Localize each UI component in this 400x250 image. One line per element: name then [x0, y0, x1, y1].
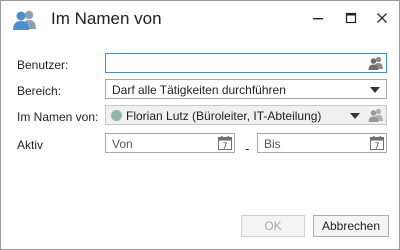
bis-placeholder: Bis: [264, 137, 281, 151]
benutzer-label: Benutzer:: [17, 58, 69, 72]
im-namen-von-value: Florian Lutz (Büroleiter, IT-Abteilung): [126, 109, 322, 123]
bis-date-input[interactable]: Bis 7: [257, 133, 387, 153]
cancel-button[interactable]: Abbrechen: [313, 215, 389, 237]
title-bar: Im Namen von: [1, 1, 399, 39]
von-date-input[interactable]: Von 7: [105, 133, 235, 153]
aktiv-label: Aktiv: [17, 138, 44, 152]
calendar-day: 7: [223, 141, 228, 150]
im-namen-von-dropdown[interactable]: Florian Lutz (Büroleiter, IT-Abteilung): [105, 105, 387, 125]
chevron-down-icon[interactable]: [350, 113, 360, 119]
chevron-down-icon: [370, 87, 380, 93]
status-indicator: [111, 110, 122, 121]
date-range-separator: -: [245, 141, 250, 156]
dialog-window: Im Namen von Benutzer: Bereich: Darf all…: [0, 0, 400, 250]
users-icon[interactable]: [368, 56, 384, 70]
close-icon: [377, 13, 387, 23]
minimize-button[interactable]: [305, 7, 331, 29]
users-title-icon: [13, 10, 36, 30]
bereich-label: Bereich:: [17, 84, 62, 98]
bereich-dropdown[interactable]: Darf alle Tätigkeiten durchführen: [105, 79, 387, 99]
benutzer-input[interactable]: [105, 53, 387, 73]
im-namen-von-label: Im Namen von:: [17, 110, 99, 124]
calendar-icon[interactable]: 7: [218, 136, 232, 150]
users-icon[interactable]: [368, 108, 384, 122]
maximize-icon: [345, 12, 357, 24]
maximize-button[interactable]: [338, 7, 364, 29]
calendar-icon[interactable]: 7: [370, 136, 384, 150]
calendar-day: 7: [375, 141, 380, 150]
close-button[interactable]: [369, 7, 395, 29]
bereich-value: Darf alle Tätigkeiten durchführen: [112, 83, 286, 97]
ok-button[interactable]: OK: [241, 215, 305, 237]
von-placeholder: Von: [112, 137, 133, 151]
window-title: Im Namen von: [51, 9, 162, 28]
minimize-icon: [313, 18, 323, 20]
